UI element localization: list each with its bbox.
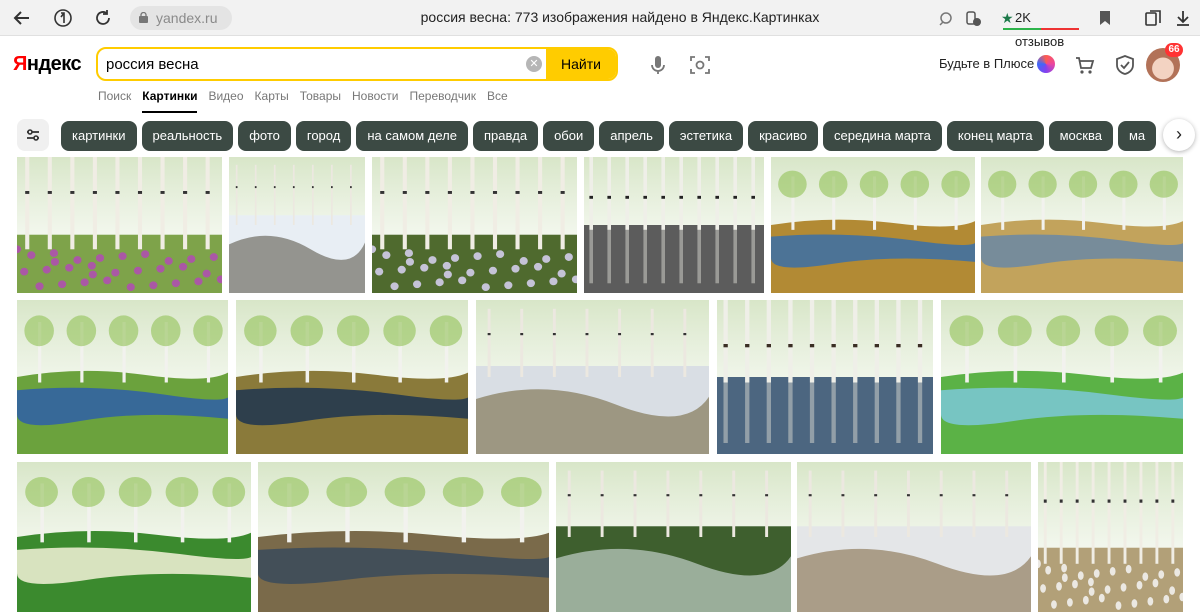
search-input[interactable]	[106, 49, 516, 79]
bookmark-icon[interactable]	[1094, 7, 1116, 29]
image-birch-melted-snow[interactable]	[797, 462, 1031, 612]
yandex-logo[interactable]: Яндекс	[13, 53, 82, 76]
related-query-chip[interactable]: середина марта	[822, 121, 942, 151]
download-icon[interactable]	[1172, 7, 1194, 29]
rating-bar	[1003, 28, 1079, 30]
related-query-chip[interactable]: картинки	[61, 121, 137, 151]
related-query-chip[interactable]: фото	[238, 121, 291, 151]
cart-icon[interactable]	[1073, 53, 1097, 77]
notification-badge: 66	[1165, 43, 1183, 57]
related-query-chip[interactable]: москва	[1048, 121, 1113, 151]
reviews-badge[interactable]: ★ 2K отзывов	[997, 6, 1083, 49]
sliders-icon	[27, 129, 39, 141]
image-clouds-field-river[interactable]	[981, 157, 1183, 293]
protect-icon[interactable]	[962, 7, 984, 29]
service-tabs: Поиск Картинки Видео Карты Товары Новости Пере…	[98, 88, 508, 113]
tab-item[interactable]: Поиск	[98, 88, 131, 112]
image-snow-meltwater-birch[interactable]	[229, 157, 365, 293]
star-icon: ★	[1001, 10, 1014, 26]
image-birch-pond-blue-sky[interactable]	[771, 157, 975, 293]
filters-button[interactable]	[17, 119, 49, 151]
image-birch-forest-purple-flowers[interactable]	[17, 157, 222, 293]
collections-icon[interactable]	[1142, 7, 1164, 29]
tab-item[interactable]: Карты	[255, 88, 289, 112]
image-birch-branches-lake[interactable]	[17, 300, 228, 454]
clear-search-button[interactable]: ✕	[526, 56, 542, 72]
image-green-park-pond[interactable]	[941, 300, 1183, 454]
related-query-chip[interactable]: конец марта	[946, 121, 1044, 151]
chat-icon[interactable]	[935, 7, 957, 29]
related-query-chip[interactable]: реальность	[141, 121, 234, 151]
image-snowy-path-river[interactable]	[476, 300, 709, 454]
image-birch-grove-spring[interactable]	[1038, 462, 1183, 612]
plus-logo-icon[interactable]	[1037, 55, 1055, 73]
related-query-chip[interactable]: на самом деле	[356, 121, 468, 151]
related-query-chip[interactable]: город	[295, 121, 352, 151]
related-queries: картинки реальность фото город на самом деле…	[61, 121, 1163, 151]
plus-promo-link[interactable]: Будьте в Плюсе	[939, 56, 1034, 71]
chevron-right-icon[interactable]: ›	[1163, 119, 1195, 151]
tab-item[interactable]: Картинки	[142, 88, 198, 113]
image-river-hills-snowdrop-flowers[interactable]	[17, 462, 251, 612]
tab-item[interactable]: Переводчик	[409, 88, 476, 112]
related-query-chip[interactable]: обои	[543, 121, 595, 151]
tab-item[interactable]: Все	[487, 88, 508, 112]
related-query-chip[interactable]: красиво	[748, 121, 818, 151]
image-sunset-river-grass[interactable]	[258, 462, 549, 612]
image-flooded-birch-reflection[interactable]	[584, 157, 764, 293]
related-query-chip[interactable]: апрель	[599, 121, 664, 151]
related-query-chip[interactable]: эстетика	[668, 121, 744, 151]
search-box: ✕ Найти	[96, 47, 618, 81]
image-flooded-birch-grove[interactable]	[717, 300, 933, 454]
image-stream-trees-sunset[interactable]	[236, 300, 468, 454]
image-forest-snowdrops[interactable]	[372, 157, 577, 293]
microphone-icon[interactable]	[646, 53, 670, 77]
tab-item[interactable]: Видео	[208, 88, 243, 112]
image-ice-floes-lake[interactable]	[556, 462, 791, 612]
tab-item[interactable]: Товары	[300, 88, 341, 112]
related-query-chip[interactable]: ма	[1117, 121, 1157, 151]
find-button[interactable]: Найти	[546, 49, 616, 79]
shield-icon[interactable]	[1113, 53, 1137, 77]
browser-toolbar: yandex.ru россия весна: 773 изображения …	[0, 0, 1200, 49]
camera-search-icon[interactable]	[688, 53, 712, 77]
related-query-chip[interactable]: правда	[473, 121, 539, 151]
tab-item[interactable]: Новости	[352, 88, 398, 112]
